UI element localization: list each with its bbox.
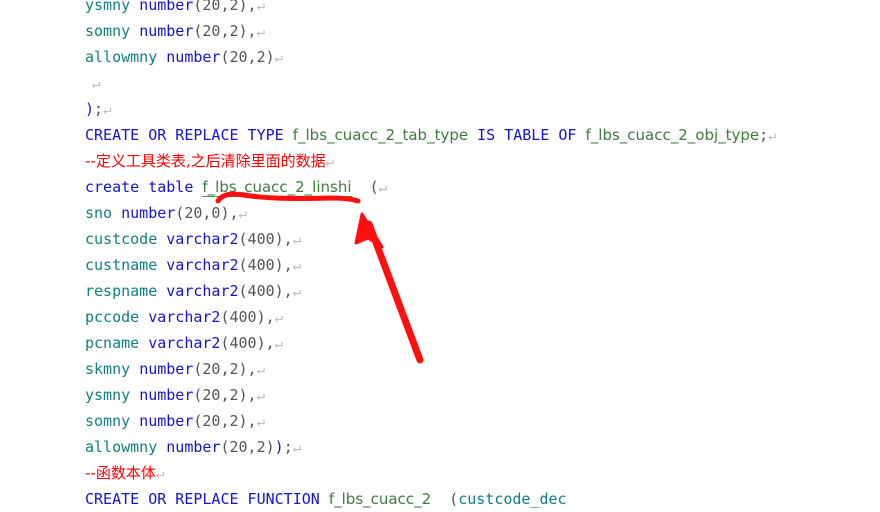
carriage-return-mark: ↵ [274, 50, 284, 66]
code-line[interactable]: --函数本体↵ [0, 460, 880, 486]
code-line[interactable]: ysmny number(20,2),↵ [0, 382, 880, 408]
column-name-token: allowmny [85, 438, 167, 456]
column-name-token: custcode [85, 230, 167, 248]
code-line[interactable]: CREATE OR REPLACE TYPE f_lbs_cuacc_2_tab… [0, 122, 880, 148]
punctuation-token: ( [351, 178, 379, 196]
code-line[interactable]: --定义工具类表,之后清除里面的数据↵ [0, 148, 880, 174]
code-line[interactable]: sno number(20,0),↵ [0, 200, 880, 226]
table-name-token: f_lbs_cuacc_2_linshi [202, 178, 352, 197]
code-line[interactable]: respname varchar2(400),↵ [0, 278, 880, 304]
carriage-return-mark: ↵ [256, 0, 266, 14]
carriage-return-mark: ↵ [378, 180, 388, 196]
punctuation-token: (20,2), [193, 412, 257, 430]
carriage-return-mark: ↵ [238, 206, 247, 222]
code-line[interactable]: CREATE OR REPLACE FUNCTION f_lbs_cuacc_2… [0, 486, 880, 512]
keyword-token: varchar2 [148, 334, 221, 352]
code-line[interactable]: somny number(20,2),↵ [0, 18, 880, 44]
carriage-return-mark: ↵ [256, 24, 266, 40]
keyword-token: number [139, 0, 194, 14]
code-line[interactable]: custname varchar2(400),↵ [0, 252, 880, 278]
punctuation-token: (400), [238, 230, 293, 248]
column-name-token: somny [85, 412, 140, 430]
punctuation-token: ( [431, 490, 459, 508]
code-line[interactable]: create table f_lbs_cuacc_2_linshi (↵ [0, 174, 880, 200]
carriage-return-mark: ↵ [292, 258, 302, 274]
punctuation-token: (20,2), [193, 360, 257, 378]
column-name-token: somny [85, 22, 140, 40]
carriage-return-mark: ↵ [292, 440, 302, 456]
code-line[interactable]: pcname varchar2(400),↵ [0, 330, 880, 356]
keyword-token: varchar2 [166, 230, 239, 248]
code-line[interactable]: pccode varchar2(400),↵ [0, 304, 880, 330]
punctuation-token: ; [759, 126, 769, 144]
keyword-token: IS TABLE OF [468, 126, 586, 144]
punctuation-token: (20,2), [193, 386, 257, 404]
keyword-token: ) [274, 438, 284, 456]
keyword-token: number [139, 412, 194, 430]
punctuation-token: (20,2) [220, 48, 275, 66]
code-text-area[interactable]: ysmny number(20,2),↵ somny number(20,2),↵… [0, 0, 880, 512]
code-line[interactable]: custcode varchar2(400),↵ [0, 226, 880, 252]
carriage-return-mark: ↵ [768, 128, 777, 144]
punctuation-token: ; [94, 100, 104, 118]
object-name-token: f_lbs_cuacc_2_obj_type [585, 126, 760, 144]
code-line[interactable]: );↵ [0, 96, 880, 122]
column-name-token: pccode [85, 308, 149, 326]
keyword-token: number [139, 360, 194, 378]
punctuation-token: (20,2), [193, 22, 257, 40]
punctuation-token: (400), [238, 256, 293, 274]
punctuation-token: (400), [220, 308, 275, 326]
code-line[interactable]: skmny number(20,2),↵ [0, 356, 880, 382]
carriage-return-mark: ↵ [274, 336, 284, 352]
carriage-return-mark: ↵ [92, 76, 101, 92]
sql-source-document: ysmny number(20,2),↵ somny number(20,2),↵… [0, 0, 880, 512]
code-line[interactable]: ↵ [0, 70, 880, 96]
keyword-token: number [139, 22, 194, 40]
column-name-token: ysmny [85, 0, 140, 14]
carriage-return-mark: ↵ [155, 466, 165, 482]
punctuation-token: ; [283, 438, 293, 456]
column-name-token: allowmny [85, 48, 167, 66]
code-line[interactable]: ysmny number(20,2),↵ [0, 0, 880, 18]
code-line[interactable]: allowmny number(20,2)↵ [0, 44, 880, 70]
column-name-token: pcname [85, 334, 149, 352]
column-name-token: skmny [85, 360, 140, 378]
keyword-token: CREATE OR REPLACE TYPE [85, 126, 293, 144]
carriage-return-mark: ↵ [103, 102, 112, 118]
column-name-token: custcode_dec [458, 490, 567, 508]
keyword-token: varchar2 [166, 256, 239, 274]
comment-token: --定义工具类表,之后清除里面的数据 [85, 152, 326, 170]
punctuation-token: (20,2) [220, 438, 275, 456]
keyword-token: number [121, 204, 176, 222]
carriage-return-mark: ↵ [274, 310, 284, 326]
code-line[interactable]: allowmny number(20,2));↵ [0, 434, 880, 460]
keyword-token: varchar2 [148, 308, 221, 326]
carriage-return-mark: ↵ [292, 284, 302, 300]
keyword-token: varchar2 [166, 282, 239, 300]
object-name-token: f_lbs_cuacc_2_tab_type [292, 126, 469, 144]
punctuation-token: (20,2), [193, 0, 257, 14]
carriage-return-mark: ↵ [325, 154, 335, 170]
keyword-token: ) [85, 100, 95, 118]
column-name-token: respname [85, 282, 167, 300]
keyword-token: number [166, 438, 221, 456]
carriage-return-mark: ↵ [256, 362, 266, 378]
comment-token: --函数本体 [85, 464, 156, 482]
carriage-return-mark: ↵ [292, 232, 302, 248]
carriage-return-mark: ↵ [256, 414, 266, 430]
punctuation-token: (400), [220, 334, 275, 352]
keyword-token: CREATE OR REPLACE FUNCTION [85, 490, 329, 508]
column-name-token: sno [85, 204, 122, 222]
object-name-token: f_lbs_cuacc_2 [328, 490, 432, 508]
carriage-return-mark: ↵ [256, 388, 266, 404]
code-line[interactable]: somny number(20,2),↵ [0, 408, 880, 434]
punctuation-token: (400), [238, 282, 293, 300]
column-name-token: ysmny [85, 386, 140, 404]
punctuation-token: (20,0), [175, 204, 239, 222]
keyword-token: create table [85, 178, 203, 196]
column-name-token: custname [85, 256, 167, 274]
keyword-token: number [166, 48, 221, 66]
keyword-token: number [139, 386, 194, 404]
